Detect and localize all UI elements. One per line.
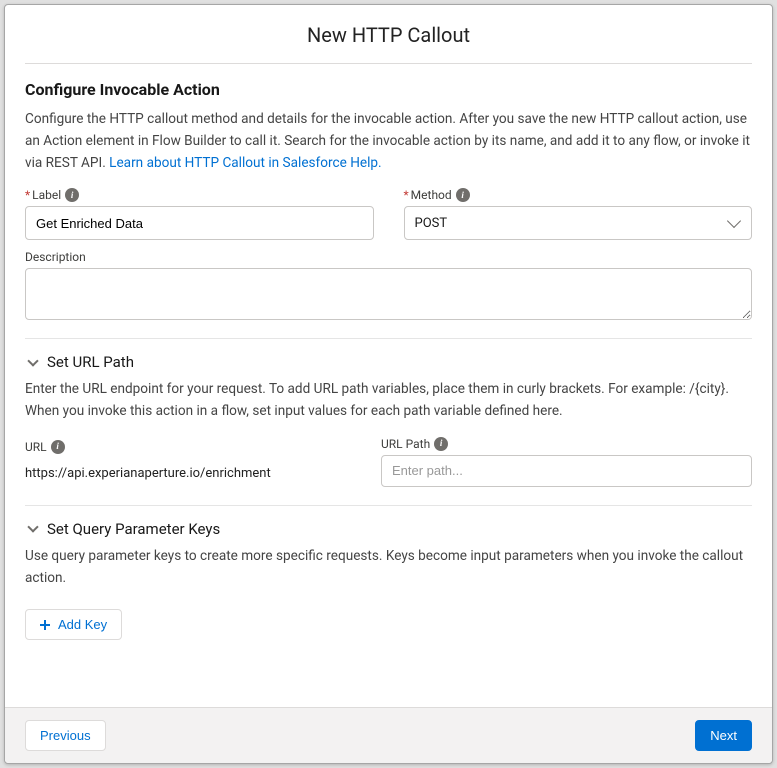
url-row: URL https://api.experianaperture.io/enri…: [25, 437, 752, 487]
required-asterisk: *: [404, 188, 409, 202]
chevron-down-icon: [27, 522, 38, 533]
url-path-section-title: Set URL Path: [47, 353, 134, 371]
method-selected-value: POST: [415, 216, 448, 231]
modal-footer: Previous Next: [5, 707, 772, 763]
modal-new-http-callout: New HTTP Callout Configure Invocable Act…: [4, 4, 773, 764]
url-path-label-text: URL Path: [381, 437, 430, 451]
add-key-label: Add Key: [58, 617, 107, 632]
label-method-row: *Label *Method POST: [25, 188, 752, 240]
query-param-section-toggle[interactable]: Set Query Parameter Keys: [25, 520, 752, 538]
divider: [25, 338, 752, 339]
info-icon[interactable]: [434, 437, 448, 451]
divider: [25, 505, 752, 506]
plus-icon: [40, 620, 50, 630]
label-text: Label: [32, 188, 61, 202]
modal-title: New HTTP Callout: [25, 23, 752, 47]
section-heading-configure: Configure Invocable Action: [25, 80, 752, 99]
label-input[interactable]: [25, 206, 374, 240]
url-path-label: URL Path: [381, 437, 752, 451]
label-field-label: *Label: [25, 188, 374, 202]
help-link[interactable]: Learn about HTTP Callout in Salesforce H…: [109, 155, 381, 171]
modal-header: New HTTP Callout: [25, 5, 752, 64]
description-field-label: Description: [25, 250, 752, 264]
chevron-down-icon: [27, 355, 38, 366]
next-button[interactable]: Next: [695, 720, 752, 751]
method-field-col: *Method POST: [404, 188, 753, 240]
description-label-text: Description: [25, 250, 86, 264]
chevron-down-icon: [727, 214, 741, 228]
method-field-label: *Method: [404, 188, 753, 202]
query-param-description: Use query parameter keys to create more …: [25, 546, 752, 590]
description-textarea[interactable]: [25, 268, 752, 320]
required-asterisk: *: [25, 188, 30, 202]
description-field-col: Description: [25, 250, 752, 320]
label-field-col: *Label: [25, 188, 374, 240]
url-label: URL: [25, 440, 365, 454]
url-path-section-toggle[interactable]: Set URL Path: [25, 353, 752, 371]
url-col: URL https://api.experianaperture.io/enri…: [25, 440, 365, 487]
modal-body: Configure Invocable Action Configure the…: [5, 64, 772, 707]
url-path-col: URL Path: [381, 437, 752, 487]
url-path-input[interactable]: [381, 455, 752, 487]
query-param-section-title: Set Query Parameter Keys: [47, 520, 220, 538]
info-icon[interactable]: [51, 440, 65, 454]
info-icon[interactable]: [456, 188, 470, 202]
url-label-text: URL: [25, 440, 47, 454]
previous-button[interactable]: Previous: [25, 720, 106, 751]
add-key-button[interactable]: Add Key: [25, 609, 122, 640]
url-value: https://api.experianaperture.io/enrichme…: [25, 458, 365, 487]
intro-description: Configure the HTTP callout method and de…: [25, 109, 752, 174]
info-icon[interactable]: [65, 188, 79, 202]
method-text: Method: [411, 188, 452, 202]
method-select[interactable]: POST: [404, 206, 753, 240]
url-path-description: Enter the URL endpoint for your request.…: [25, 379, 752, 423]
